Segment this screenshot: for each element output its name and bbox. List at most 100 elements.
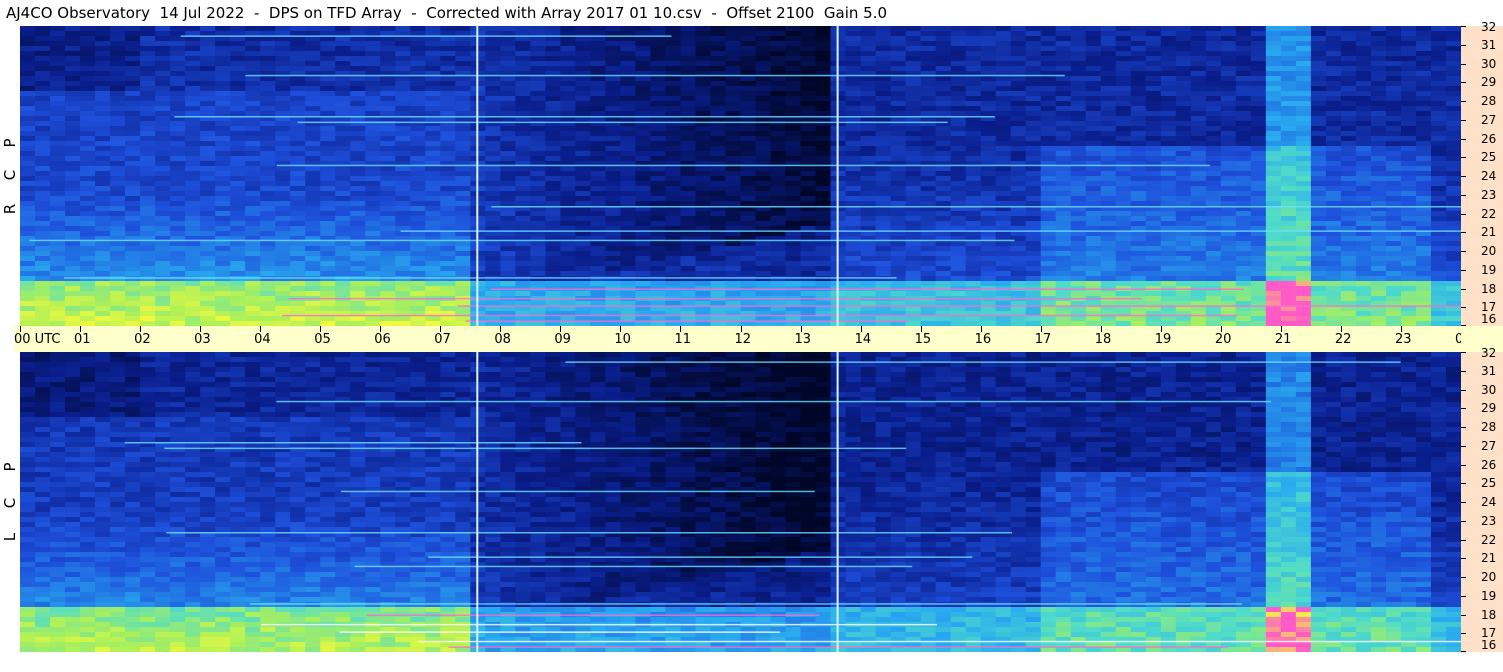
spectrogram-cell: [365, 266, 381, 272]
spectrogram-cell: [1340, 46, 1357, 52]
spectrogram-cell: [1415, 26, 1432, 32]
spectrogram-cell: [1415, 71, 1432, 77]
spectrogram-cell: [1370, 201, 1387, 207]
spectrogram-cell: [1355, 156, 1372, 162]
spectrogram-cell: [290, 261, 306, 267]
spectrogram-cell: [845, 256, 862, 262]
spectrogram-cell: [1295, 186, 1312, 192]
spectrogram-cell: [275, 241, 291, 247]
spectrogram-cell: [545, 151, 561, 157]
spectrogram-cell: [1385, 31, 1402, 37]
spectrogram-cell: [125, 251, 141, 257]
spectrogram-cell: [1130, 261, 1147, 267]
spectrogram-cell: [1130, 171, 1147, 177]
spectrogram-cell: [965, 141, 982, 147]
spectrogram-cell: [800, 276, 817, 282]
spectrogram-cell: [1430, 126, 1447, 132]
spectrogram-cell: [545, 136, 561, 142]
spectrogram-cell: [1310, 166, 1327, 172]
spectrogram-cell: [1325, 146, 1342, 152]
spectrogram-cell: [410, 271, 426, 277]
spectrogram-cell: [485, 136, 501, 142]
spectrogram-cell: [110, 81, 126, 87]
spectrogram-cell: [410, 216, 426, 222]
spectrogram-cell: [920, 51, 937, 57]
spectrogram-cell: [1385, 186, 1402, 192]
spectrogram-cell: [140, 131, 156, 137]
spectrogram-cell: [1160, 236, 1177, 242]
spectrogram-cell: [395, 51, 411, 57]
spectrogram-cell: [110, 216, 126, 222]
spectrogram-cell: [650, 56, 667, 62]
spectrogram-cell: [845, 146, 862, 152]
spectrogram-cell: [20, 116, 36, 122]
spectrogram-cell: [1325, 71, 1342, 77]
spectrogram-cell: [1385, 51, 1402, 57]
spectrogram-cell: [1265, 31, 1282, 37]
spectrogram-cell: [650, 81, 667, 87]
spectrogram-cell: [125, 201, 141, 207]
spectrogram-cell: [1355, 146, 1372, 152]
spectrogram-cell: [500, 276, 516, 282]
spectrogram-cell: [155, 146, 171, 152]
spectrogram-cell: [1130, 201, 1147, 207]
spectrogram-cell: [425, 156, 441, 162]
spectrogram-cell: [1415, 116, 1432, 122]
spectrogram-cell: [1115, 61, 1132, 67]
spectrogram-cell: [230, 261, 246, 267]
spectrogram-cell: [920, 66, 937, 72]
spectrogram-cell: [425, 141, 441, 147]
spectrogram-cell: [1070, 181, 1087, 187]
spectrogram-cell: [35, 121, 51, 127]
spectrogram-cell: [530, 101, 546, 107]
spectrogram-cell: [305, 111, 321, 117]
spectrogram-cell: [695, 196, 712, 202]
spectrogram-cell: [20, 206, 36, 212]
spectrogram-cell: [1220, 111, 1237, 117]
spectrogram-cell: [320, 146, 336, 152]
spectrogram-cell: [620, 61, 637, 67]
spectrogram-cell: [1145, 251, 1162, 257]
spectrogram-cell: [200, 256, 216, 262]
spectrogram-cell: [620, 261, 637, 267]
spectrogram-cell: [170, 46, 186, 52]
spectrogram-cell: [350, 26, 366, 32]
spectrogram-cell: [1355, 126, 1372, 132]
spectrogram-cell: [305, 106, 321, 112]
spectrogram-cell: [305, 256, 321, 262]
spectrogram-cell: [875, 241, 892, 247]
spectrogram-cell: [20, 46, 36, 52]
spectrogram-cell: [995, 166, 1012, 172]
spectrogram-cell: [1205, 191, 1222, 197]
spectrogram-cell: [1310, 81, 1327, 87]
spectrogram-cell: [1175, 221, 1192, 227]
spectrogram-cell: [1040, 91, 1057, 97]
spectrogram-cell: [485, 131, 501, 137]
spectrogram-cell: [1310, 256, 1327, 262]
spectrogram-cell: [170, 221, 186, 227]
spectrogram-cell: [455, 26, 471, 32]
spectrogram-cell: [335, 91, 351, 97]
spectrogram-cell: [1355, 96, 1372, 102]
spectrogram-cell: [815, 181, 832, 187]
spectrogram-cell: [785, 281, 802, 287]
spectrogram-cell: [515, 166, 531, 172]
spectrogram-cell: [1310, 191, 1327, 197]
spectrogram-cell: [950, 196, 967, 202]
spectrogram-cell: [500, 251, 516, 257]
spectrogram-cell: [965, 221, 982, 227]
spectrogram-cell: [650, 96, 667, 102]
spectrogram-cell: [275, 141, 291, 147]
spectrogram-cell: [905, 246, 922, 252]
spectrogram-cell: [155, 231, 171, 237]
spectrogram-cell: [1115, 191, 1132, 197]
spectrogram-cell: [230, 171, 246, 177]
spectrogram-cell: [635, 146, 652, 152]
spectrogram-cell: [1070, 141, 1087, 147]
spectrogram-cell: [1010, 106, 1027, 112]
spectrogram-cell: [1100, 131, 1117, 137]
spectrogram-cell: [245, 181, 261, 187]
spectrogram-cell: [1340, 241, 1357, 247]
spectrogram-cell: [395, 156, 411, 162]
spectrogram-cell: [230, 126, 246, 132]
